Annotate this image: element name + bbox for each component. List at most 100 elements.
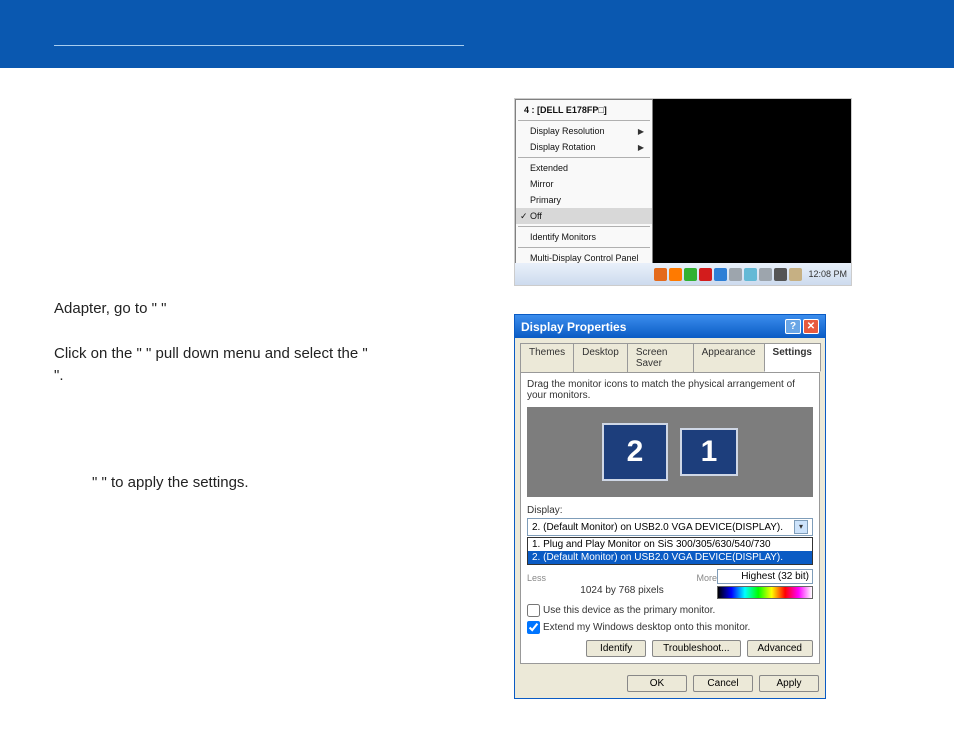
- ok-button[interactable]: OK: [627, 675, 687, 692]
- menu-separator: [518, 120, 650, 121]
- tray-icon[interactable]: [789, 268, 802, 281]
- menu-item-extended[interactable]: Extended: [516, 160, 652, 176]
- check-icon: ✓: [520, 211, 528, 222]
- dialog-title: Display Properties: [521, 320, 626, 334]
- para-2: Click on the " " pull down menu and sele…: [54, 343, 484, 388]
- banner-underline: [54, 45, 464, 46]
- checkbox-label: Use this device as the primary monitor.: [543, 605, 715, 616]
- tray-icon[interactable]: [759, 268, 772, 281]
- para2-seg-a: Click on the ": [54, 345, 142, 362]
- blue-banner: [0, 0, 954, 68]
- para2-seg-c: ".: [54, 367, 64, 384]
- para3-seg-b: " to apply the settings.: [102, 474, 249, 491]
- menu-label: Display Resolution: [530, 126, 605, 136]
- tray-icon[interactable]: [729, 268, 742, 281]
- submenu-arrow-icon: ▶: [638, 127, 644, 136]
- menu-label: Mirror: [530, 179, 554, 189]
- dialog-footer-buttons: OK Cancel Apply: [515, 669, 825, 698]
- inner-button-row: Identify Troubleshoot... Advanced: [527, 640, 813, 657]
- context-menu-header: 4 : [DELL E178FP□]: [516, 102, 652, 118]
- menu-item-identify[interactable]: Identify Monitors: [516, 229, 652, 245]
- menu-item-primary[interactable]: Primary: [516, 192, 652, 208]
- tray-icon[interactable]: [714, 268, 727, 281]
- menu-item-rotation[interactable]: Display Rotation ▶: [516, 139, 652, 155]
- tab-settings[interactable]: Settings: [764, 343, 821, 372]
- display-dropdown-list: 1. Plug and Play Monitor on SiS 300/305/…: [527, 537, 813, 565]
- display-dropdown[interactable]: 2. (Default Monitor) on USB2.0 VGA DEVIC…: [527, 518, 813, 536]
- tab-label: Desktop: [582, 347, 619, 358]
- resolution-text: 1024 by 768 pixels: [527, 585, 717, 596]
- cancel-button[interactable]: Cancel: [693, 675, 753, 692]
- troubleshoot-button[interactable]: Troubleshoot...: [652, 640, 740, 657]
- para-1: Adapter, go to " ": [54, 298, 484, 321]
- extend-desktop-checkbox[interactable]: [527, 621, 540, 634]
- identify-button[interactable]: Identify: [586, 640, 646, 657]
- menu-label: Extended: [530, 163, 568, 173]
- menu-item-off[interactable]: ✓ Off: [516, 208, 652, 224]
- tray-icon[interactable]: [744, 268, 757, 281]
- monitor-box-2[interactable]: 2: [602, 423, 668, 481]
- para1-seg-a: Adapter, go to ": [54, 300, 157, 317]
- tab-themes[interactable]: Themes: [520, 343, 574, 372]
- tray-context-screenshot: 4 : [DELL E178FP□] Display Resolution ▶ …: [514, 98, 852, 286]
- primary-monitor-checkbox-row: Use this device as the primary monitor.: [527, 604, 813, 617]
- para-spacer: [54, 410, 484, 450]
- slider-more: More: [696, 573, 717, 583]
- chevron-down-icon: ▾: [794, 520, 808, 534]
- slider-labels: Less More: [527, 573, 717, 583]
- tab-strip: Themes Desktop Screen Saver Appearance S…: [515, 338, 825, 372]
- tab-label: Appearance: [702, 347, 756, 358]
- screenshots: 4 : [DELL E178FP□] Display Resolution ▶ …: [514, 98, 914, 699]
- color-preview-bar: [717, 586, 813, 599]
- submenu-arrow-icon: ▶: [638, 143, 644, 152]
- dialog-titlebar: Display Properties ? ✕: [515, 315, 825, 338]
- dropdown-selected: 2. (Default Monitor) on USB2.0 VGA DEVIC…: [532, 522, 783, 533]
- display-properties-dialog: Display Properties ? ✕ Themes Desktop Sc…: [514, 314, 826, 699]
- menu-label: Off: [530, 211, 542, 221]
- help-button[interactable]: ?: [785, 319, 801, 334]
- dropdown-option[interactable]: 1. Plug and Play Monitor on SiS 300/305/…: [528, 538, 812, 551]
- primary-monitor-checkbox[interactable]: [527, 604, 540, 617]
- menu-separator: [518, 157, 650, 158]
- menu-label: Multi-Display Control Panel: [530, 253, 639, 263]
- tab-screensaver[interactable]: Screen Saver: [627, 343, 694, 372]
- tray-icon[interactable]: [654, 268, 667, 281]
- checkbox-label: Extend my Windows desktop onto this moni…: [543, 622, 750, 633]
- menu-item-mirror[interactable]: Mirror: [516, 176, 652, 192]
- para3-seg-a: ": [92, 474, 97, 491]
- tab-label: Screen Saver: [636, 347, 668, 369]
- dropdown-option[interactable]: 2. (Default Monitor) on USB2.0 VGA DEVIC…: [528, 551, 812, 564]
- menu-item-resolution[interactable]: Display Resolution ▶: [516, 123, 652, 139]
- menu-separator: [518, 226, 650, 227]
- tab-label: Themes: [529, 347, 565, 358]
- menu-label: Primary: [530, 195, 561, 205]
- apply-button[interactable]: Apply: [759, 675, 819, 692]
- tab-label: Settings: [773, 347, 812, 358]
- tray-icon[interactable]: [699, 268, 712, 281]
- settings-panel: Drag the monitor icons to match the phys…: [520, 372, 820, 664]
- close-button[interactable]: ✕: [803, 319, 819, 334]
- para2-seg-b: " pull down menu and select the ": [146, 345, 368, 362]
- menu-label: Identify Monitors: [530, 232, 596, 242]
- taskbar: 12:08 PM: [515, 263, 851, 285]
- tray-icon[interactable]: [774, 268, 787, 281]
- tab-desktop[interactable]: Desktop: [573, 343, 628, 372]
- instruction-text: Adapter, go to " " Click on the " " pull…: [54, 98, 484, 699]
- context-menu: 4 : [DELL E178FP□] Display Resolution ▶ …: [515, 99, 653, 285]
- monitor-box-1[interactable]: 1: [680, 428, 738, 476]
- para1-seg-b: ": [161, 300, 166, 317]
- content: Adapter, go to " " Click on the " " pull…: [0, 68, 954, 729]
- para-3: " " to apply the settings.: [92, 472, 484, 495]
- tray-icon[interactable]: [684, 268, 697, 281]
- tray-icon[interactable]: [669, 268, 682, 281]
- slider-less: Less: [527, 573, 546, 583]
- menu-separator: [518, 247, 650, 248]
- menu-label: Display Rotation: [530, 142, 596, 152]
- display-label: Display:: [527, 505, 813, 516]
- arrange-hint: Drag the monitor icons to match the phys…: [527, 379, 813, 401]
- color-quality-select[interactable]: Highest (32 bit): [717, 569, 813, 584]
- taskbar-clock: 12:08 PM: [808, 269, 847, 279]
- tab-appearance[interactable]: Appearance: [693, 343, 765, 372]
- advanced-button[interactable]: Advanced: [747, 640, 813, 657]
- monitor-arrange-area[interactable]: 2 1: [527, 407, 813, 497]
